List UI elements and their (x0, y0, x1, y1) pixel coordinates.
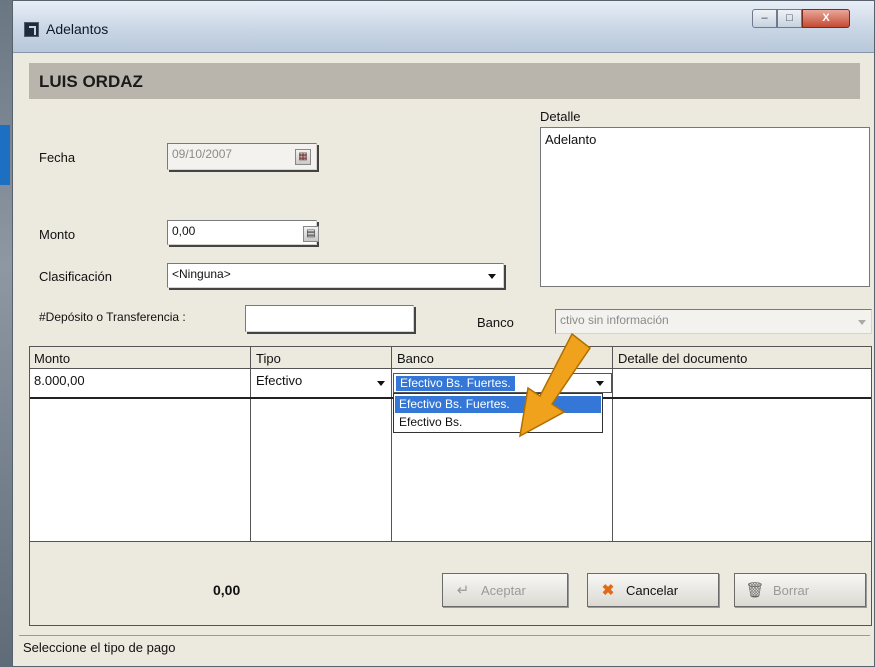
deposito-label: #Depósito o Transferencia : (39, 310, 186, 324)
column-header-detalle[interactable]: Detalle del documento (618, 351, 747, 366)
monto-field[interactable]: 0,00 (167, 220, 317, 245)
cell-tipo[interactable]: Efectivo (256, 373, 302, 388)
cancelar-label: Cancelar (626, 582, 679, 598)
table-header: Monto Tipo Banco Detalle del documento (30, 347, 871, 369)
annotation-arrow-icon (519, 332, 592, 438)
clasificacion-select[interactable]: <Ninguna> (167, 263, 504, 288)
banco-chevron-down-icon[interactable] (858, 320, 866, 325)
deposito-field[interactable] (245, 305, 414, 332)
banco-label: Banco (477, 315, 514, 330)
enter-icon: ↵ (456, 582, 470, 599)
detalle-label: Detalle (540, 109, 581, 124)
fecha-label: Fecha (39, 150, 76, 165)
banco-cell-value: Efectivo Bs. Fuertes. (396, 376, 515, 391)
employee-header: LUIS ORDAZ (29, 63, 860, 99)
desktop-background (0, 0, 12, 667)
window-content: LUIS ORDAZ Fecha 09/10/2007 ▦ Monto 0,00… (19, 54, 872, 660)
monto-label: Monto (39, 227, 76, 242)
maximize-button[interactable]: □ (777, 9, 802, 28)
banco-cell-chevron-down-icon[interactable] (596, 381, 604, 386)
cancelar-button[interactable]: ✖ Cancelar (587, 573, 719, 607)
desktop-background-mark (0, 125, 10, 185)
cell-monto[interactable]: 8.000,00 (34, 373, 85, 388)
clasificacion-label: Clasificación (39, 269, 112, 284)
borrar-button[interactable]: 🗑 Borrar (734, 573, 866, 607)
status-bar: Seleccione el tipo de pago (19, 635, 870, 657)
column-header-banco[interactable]: Banco (397, 351, 434, 366)
detalle-value: Adelanto (545, 132, 597, 147)
monto-value: 0,00 (172, 224, 196, 238)
trash-icon: 🗑 (745, 582, 765, 599)
cancel-x-icon: ✖ (601, 582, 615, 599)
detalle-textarea[interactable]: Adelanto (540, 127, 870, 287)
banco-select[interactable]: ctivo sin información (555, 309, 872, 334)
chevron-down-icon[interactable] (488, 274, 496, 279)
status-text: Seleccione el tipo de pago (23, 640, 176, 655)
app-icon (24, 22, 39, 37)
title-bar[interactable]: Adelantos – □ X (13, 1, 874, 53)
column-header-tipo[interactable]: Tipo (256, 351, 281, 366)
tipo-chevron-down-icon[interactable] (377, 381, 385, 386)
window-title: Adelantos (46, 21, 109, 37)
clasificacion-value: <Ninguna> (172, 267, 231, 281)
minimize-button[interactable]: – (752, 9, 777, 28)
total-value: 0,00 (213, 582, 241, 598)
payments-table: Monto Tipo Banco Detalle del documento 8… (29, 346, 872, 542)
close-button[interactable]: X (802, 9, 850, 28)
aceptar-label: Aceptar (481, 582, 526, 598)
employee-name: LUIS ORDAZ (39, 72, 143, 91)
aceptar-button[interactable]: ↵ Aceptar (442, 573, 568, 607)
adelantos-window: Adelantos – □ X LUIS ORDAZ Fecha 09/10/2… (12, 0, 875, 667)
borrar-label: Borrar (773, 582, 810, 598)
column-header-monto[interactable]: Monto (34, 351, 70, 366)
calculator-icon[interactable]: ▤ (303, 226, 319, 242)
footer-panel: 0,00 ↵ Aceptar ✖ Cancelar 🗑 Borrar (29, 542, 872, 626)
fecha-value: 09/10/2007 (172, 147, 233, 161)
banco-value: ctivo sin información (560, 313, 669, 327)
calendar-icon[interactable]: ▦ (295, 149, 311, 165)
